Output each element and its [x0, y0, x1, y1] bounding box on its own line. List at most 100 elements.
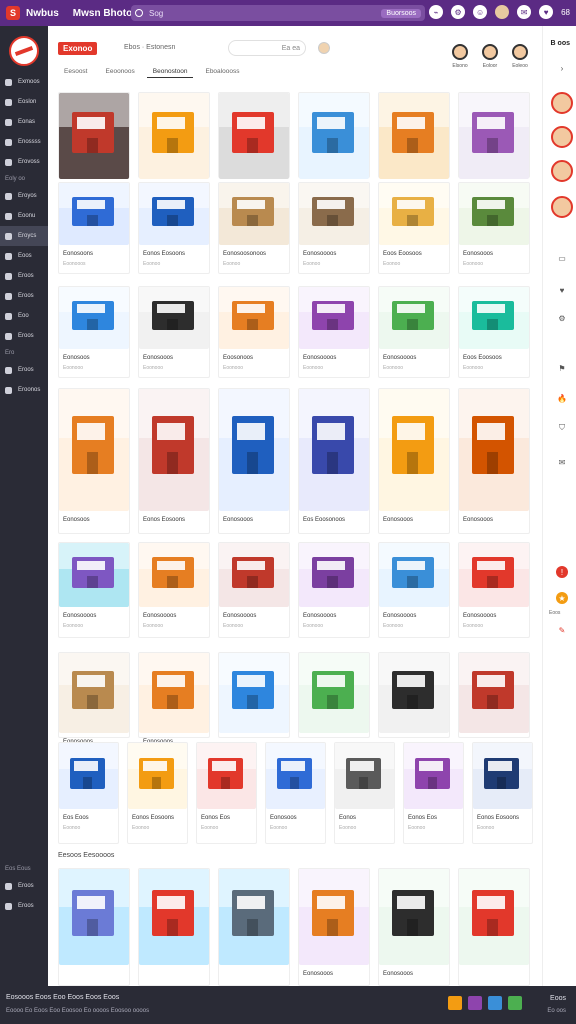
chevron-right-icon[interactable]: ›	[556, 62, 568, 74]
store-card[interactable]: Eonosooos	[138, 652, 210, 745]
store-card[interactable]: Eonosoooos Eoonooo	[58, 542, 130, 638]
store-card[interactable]: Eonosoos Eoonooo	[58, 286, 130, 378]
store-card[interactable]: Eonos Eos Eoonoo	[403, 742, 464, 844]
friend-avatar-3[interactable]	[551, 160, 573, 182]
sidebar-bottom-item-0[interactable]: Eroos	[0, 876, 48, 896]
filter-pill[interactable]: Ea ea	[228, 40, 306, 56]
friend-avatar-2[interactable]	[551, 126, 573, 148]
friend-avatar-1[interactable]	[551, 92, 573, 114]
store-card[interactable]: Eonos Eosoons Eoonoo	[472, 742, 533, 844]
thumb-1[interactable]	[448, 996, 462, 1010]
sidebar-mid-item-4[interactable]: Eroos	[0, 266, 48, 286]
store-card[interactable]	[218, 868, 290, 986]
store-card[interactable]: Eonosooos	[58, 652, 130, 745]
store-card[interactable]: Eonosooos Eoonooo	[138, 286, 210, 378]
store-card[interactable]: Eonosooos	[298, 868, 370, 986]
store-card[interactable]	[298, 652, 370, 738]
store-card[interactable]: Eonosoos Eoonoo	[265, 742, 326, 844]
store-card[interactable]: Eonosoooos Eoonooo	[218, 542, 290, 638]
sidebar-mid-item-2[interactable]: Eroycs	[0, 226, 48, 246]
store-card[interactable]	[58, 868, 130, 986]
store-card[interactable]: Eos Eoosonoos	[458, 92, 530, 191]
store-card[interactable]	[458, 652, 530, 738]
store-card[interactable]: Eoos Eoosoos Eoonoo	[378, 182, 450, 274]
brand-badge[interactable]: Exonoo	[58, 42, 98, 55]
sidebar-item-2[interactable]: Eonas	[0, 112, 48, 132]
store-card[interactable]: Eonos Eosoons	[138, 388, 210, 534]
store-card[interactable]: Eonosooos	[458, 388, 530, 534]
tab-2[interactable]: Beonostoon	[146, 66, 194, 78]
sidebar-mid-item-0[interactable]: Eroyos	[0, 186, 48, 206]
store-card[interactable]: Eonosooos	[378, 868, 450, 986]
sidebar-mid-item-3[interactable]: Eoos	[0, 246, 48, 266]
store-card[interactable]: Eonosooos Eoonooo	[458, 182, 530, 274]
tag-icon[interactable]: ⌁	[429, 5, 444, 19]
chat-icon[interactable]: ✉	[556, 456, 568, 468]
store-card[interactable]: Eonosoooos Eoonooo	[138, 542, 210, 638]
person-2[interactable]: Eoleoo	[512, 44, 528, 69]
thumb-3[interactable]	[488, 996, 502, 1010]
store-card[interactable]	[138, 868, 210, 986]
store-card[interactable]: Eoos Eoosoos Eoonooo	[458, 286, 530, 378]
store-card[interactable]: Eonosooos	[378, 388, 450, 534]
tab-0[interactable]: Eesoost	[58, 66, 94, 78]
store-card[interactable]: Eos Eoosonoos	[378, 92, 450, 191]
gear-icon[interactable]: ⚙	[451, 5, 466, 19]
shield-icon[interactable]: ⛉	[556, 422, 568, 434]
heart-icon[interactable]: ♥	[556, 284, 568, 296]
store-card[interactable]: Eos Eoosonoos	[58, 92, 130, 191]
user-icon[interactable]: ☺	[473, 5, 488, 19]
app-logo-icon[interactable]: S	[6, 6, 20, 20]
store-card[interactable]: Eonos Eos Eoonoo	[196, 742, 257, 844]
sidebar-item-1[interactable]: Eoslon	[0, 92, 48, 112]
store-card[interactable]: Eonosoooos Eoonoo	[298, 182, 370, 274]
flag-icon[interactable]: ⚑	[556, 362, 568, 374]
sidebar-item3-0[interactable]: Eroos	[0, 360, 48, 380]
store-card[interactable]: Eonosoons Eoonooos	[58, 182, 130, 274]
settings-icon[interactable]: ⚙	[556, 312, 568, 324]
person-0[interactable]: Elsono	[452, 44, 468, 69]
sidebar-item-4[interactable]: Erovoss	[0, 152, 48, 172]
fire-icon[interactable]: 🔥	[556, 392, 568, 404]
profile-avatar[interactable]	[495, 5, 510, 19]
chat-icon[interactable]: ✉	[517, 5, 532, 19]
store-card[interactable]: Eonosoooos Eoonooo	[298, 542, 370, 638]
search-filter-tag[interactable]: Buorsoos	[381, 8, 421, 18]
store-card[interactable]	[218, 652, 290, 738]
sidebar-item-0[interactable]: Exmoos	[0, 72, 48, 92]
store-card[interactable]: Eos Eoosonoos	[138, 92, 210, 191]
star-icon[interactable]: ★	[556, 592, 568, 604]
store-card[interactable]: Eos Eoosonoos	[298, 388, 370, 534]
sidebar-bottom-item-1[interactable]: Eroos	[0, 896, 48, 916]
store-card[interactable]: Eonosooos	[218, 388, 290, 534]
sidebar-mid-item-1[interactable]: Eoonu	[0, 206, 48, 226]
store-card[interactable]: Eos Eoosonoos	[218, 92, 290, 191]
sidebar-item3-1[interactable]: Eroonos	[0, 380, 48, 400]
heart-icon[interactable]: ♥	[539, 5, 554, 19]
store-card[interactable]: Eonosoooos Eoonooo	[378, 542, 450, 638]
tab-3[interactable]: Eboaloooss	[199, 66, 245, 78]
sidebar-mid-item-5[interactable]: Eroos	[0, 286, 48, 306]
store-card[interactable]	[458, 868, 530, 986]
store-card[interactable]: Eonosoooos Eoonooo	[298, 286, 370, 378]
sidebar-mid-item-6[interactable]: Eoo	[0, 306, 48, 326]
store-card[interactable]: Eonosoosonoos Eoonoo	[218, 182, 290, 274]
sidebar-logo-icon[interactable]	[9, 36, 39, 66]
store-card[interactable]	[378, 652, 450, 738]
thumb-4[interactable]	[508, 996, 522, 1010]
user-avatar-small[interactable]	[318, 42, 330, 54]
store-card[interactable]: Eos Eoosonoos	[298, 92, 370, 191]
store-card[interactable]: Eonos Eosoons Eoonoo	[127, 742, 188, 844]
thumb-2[interactable]	[468, 996, 482, 1010]
person-1[interactable]: Eoloor	[482, 44, 498, 69]
store-card[interactable]: Eos Eoos Eoonoo	[58, 742, 119, 844]
search-bar[interactable]: Sog Buorsoos	[131, 5, 425, 21]
notification-icon[interactable]: !	[556, 566, 568, 578]
sidebar-mid-item-7[interactable]: Eroos	[0, 326, 48, 346]
sidebar-item-3[interactable]: Enossss	[0, 132, 48, 152]
pen-icon[interactable]: ✎	[556, 624, 568, 636]
store-card[interactable]: Eonos Eoonoo	[334, 742, 395, 844]
store-card[interactable]: Eoosonoos Eoonooo	[218, 286, 290, 378]
store-card[interactable]: Eonosoos	[58, 388, 130, 534]
store-card[interactable]: Eonosoooos Eoonooo	[458, 542, 530, 638]
